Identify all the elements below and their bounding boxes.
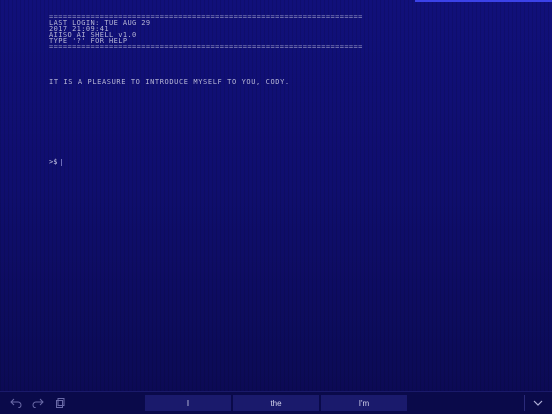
text-cursor [61,158,63,166]
undo-icon [10,398,22,408]
suggestion-2[interactable]: the [233,395,319,411]
suggestion-1[interactable]: I [145,395,231,411]
chevron-down-icon [533,400,543,406]
redo-icon [32,398,44,408]
header-rule-bottom: ========================================… [49,44,363,50]
command-prompt[interactable]: >$ [49,158,63,166]
clipboard-icon [56,398,65,408]
dismiss-keyboard-button[interactable] [530,396,546,410]
scanline-overlay [0,0,552,414]
terminal-header: ========================================… [49,14,429,50]
terminal-screen[interactable]: ========================================… [0,0,552,414]
greeting-message: IT IS A PLEASURE TO INTRODUCE MYSELF TO … [49,78,290,86]
top-accent-bar [415,0,552,2]
redo-button[interactable] [30,396,46,410]
paste-button[interactable] [52,396,68,410]
suggestion-3[interactable]: I'm [321,395,407,411]
keyboard-shortcut-bar: I the I'm [0,391,552,414]
prompt-symbol: >$ [49,158,58,166]
bar-divider [524,395,525,411]
undo-button[interactable] [8,396,24,410]
